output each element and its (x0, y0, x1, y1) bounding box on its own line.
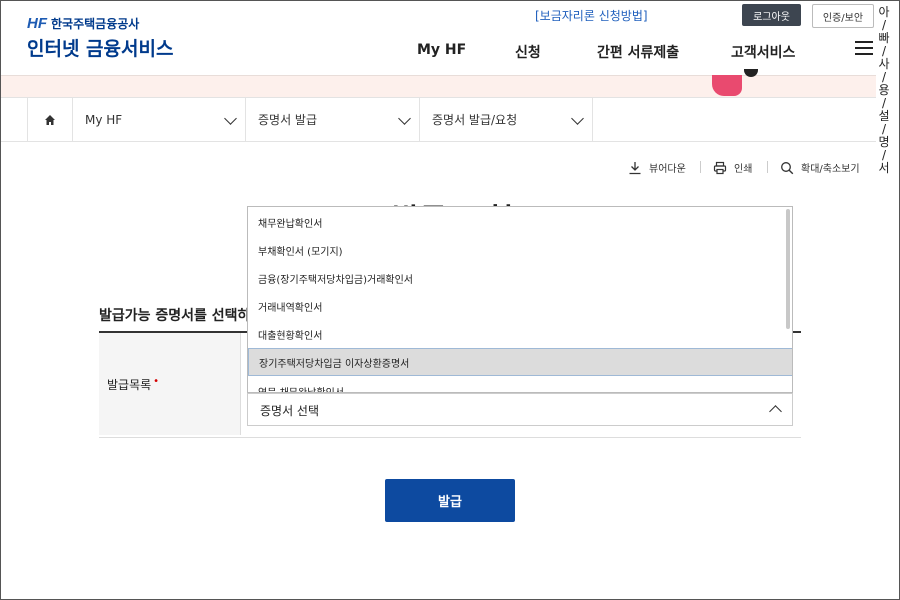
breadcrumb-label: 증명서 발급 (258, 113, 318, 127)
menu-icon[interactable] (855, 41, 873, 55)
nav-my-hf[interactable]: My HF (417, 42, 466, 58)
cert-security-button[interactable]: 인증/보안 (812, 4, 874, 28)
download-label: 뷰어다운 (649, 164, 686, 175)
issue-button[interactable]: 발급 (385, 479, 515, 522)
loan-guide-link[interactable]: [보금자리론 신청방법] (535, 7, 648, 24)
print-label: 인쇄 (734, 164, 753, 175)
print-button[interactable]: 인쇄 (713, 160, 752, 175)
logout-button[interactable]: 로그아웃 (742, 4, 801, 26)
dropdown-option[interactable]: 거래내역확인서 (248, 292, 792, 320)
divider (767, 161, 768, 173)
banner-illustration (712, 75, 742, 96)
viewer-download-button[interactable]: 뷰어다운 (628, 160, 686, 175)
certificate-dropdown-list[interactable]: 채무완납확인서 부채확인서 (모기지) 금융(장기주택저당차입금)거래확인서 거… (247, 206, 793, 393)
breadcrumb: My HF 증명서 발급 증명서 발급/요청 (0, 97, 876, 142)
breadcrumb-label: 증명서 발급/요청 (432, 113, 518, 127)
zoom-label: 확대/축소보기 (801, 164, 860, 175)
breadcrumb-item-issue[interactable]: 증명서 발급/요청 (419, 98, 593, 141)
chevron-down-icon (224, 112, 237, 125)
promo-banner[interactable] (0, 75, 876, 97)
side-char: 서 (878, 161, 890, 175)
chevron-down-icon (398, 112, 411, 125)
search-icon (781, 161, 794, 174)
hf-logo-mark: HF (27, 15, 47, 32)
certificate-select[interactable]: 증명서 선택 (247, 393, 793, 426)
dropdown-option[interactable]: 영문 채무완납확인서 (248, 377, 792, 393)
required-mark: • (153, 376, 160, 387)
org-name: 한국주택금융공사 (51, 17, 140, 31)
dropdown-option[interactable]: 채무완납확인서 (248, 208, 792, 236)
issue-list-label: 발급목록 (107, 378, 152, 392)
zoom-button[interactable]: 확대/축소보기 (780, 160, 860, 175)
section-title: 발급가능 증명서를 선택하 (99, 308, 251, 324)
chevron-down-icon (571, 112, 584, 125)
divider (700, 161, 701, 173)
breadcrumb-item-myhf[interactable]: My HF (72, 98, 245, 141)
dropdown-option[interactable]: 대출현황확인서 (248, 320, 792, 348)
home-icon (45, 114, 55, 125)
form-label: 발급목록 • (107, 376, 159, 393)
nav-customer-service[interactable]: 고객서비스 (731, 42, 795, 62)
chevron-up-icon (769, 405, 782, 418)
org-logo[interactable]: HF 한국주택금융공사 (27, 15, 139, 32)
print-icon (713, 161, 727, 174)
form-label-cell: 발급목록 • (99, 333, 241, 435)
service-name[interactable]: 인터넷 금융서비스 (27, 34, 173, 61)
nav-easy-docs[interactable]: 간편 서류제출 (597, 42, 679, 62)
nav-apply[interactable]: 신청 (515, 42, 541, 62)
dropdown-option[interactable]: 금융(장기주택저당차입금)거래확인서 (248, 264, 792, 292)
breadcrumb-item-certificate[interactable]: 증명서 발급 (245, 98, 419, 141)
breadcrumb-label: My HF (85, 112, 123, 127)
side-manual-tab[interactable]: 아 / 빠 / 사 / 용 / 설 / 명 / 서 (876, 6, 892, 175)
home-button[interactable] (27, 98, 72, 141)
dropdown-option-selected[interactable]: 장기주택저당차입금 이자상환증명서 (248, 348, 792, 376)
dropdown-option[interactable]: 부채확인서 (모기지) (248, 236, 792, 264)
dropdown-scrollbar[interactable] (786, 209, 790, 329)
download-icon (629, 161, 641, 174)
select-value: 증명서 선택 (260, 404, 320, 418)
